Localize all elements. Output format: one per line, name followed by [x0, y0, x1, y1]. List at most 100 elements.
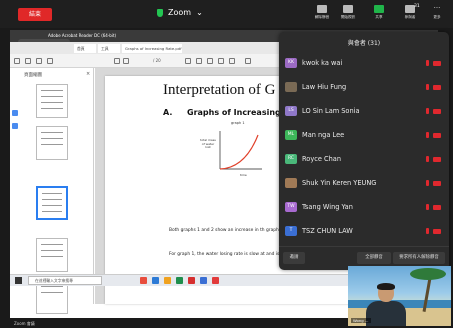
- pointer-icon[interactable]: [185, 58, 191, 64]
- video-off-icon: [433, 229, 441, 234]
- muted-mic-icon: [426, 228, 429, 234]
- participant-name: TSZ CHUN LAW: [302, 227, 353, 235]
- document-subheading: A. Graphs of Increasing R: [163, 108, 290, 117]
- video-off-icon: [433, 157, 441, 162]
- video-off-icon: [433, 205, 441, 210]
- app-icon[interactable]: [200, 277, 207, 284]
- video-camera-icon: [343, 5, 353, 13]
- participant-row[interactable]: RC Royce Chan: [279, 150, 449, 168]
- muted-mic-icon: [426, 60, 429, 66]
- zoom-title[interactable]: Zoom ⌄: [157, 8, 203, 17]
- document-heading: Interpretation of G: [163, 82, 276, 98]
- participant-row[interactable]: TW Tsang Wing Yan: [279, 198, 449, 216]
- home-icon[interactable]: [14, 58, 20, 64]
- participant-name: Man nga Lee: [302, 131, 345, 139]
- zoom-meeting-window: 結束 Zoom ⌄ 解除靜音 開始視訊 共享 31 參與者 ··· 更多 Ado…: [0, 0, 453, 328]
- participant-row[interactable]: ML Man nga Lee: [279, 126, 449, 144]
- participant-name: Law Hiu Fung: [302, 83, 347, 91]
- end-meeting-button[interactable]: 結束: [18, 8, 52, 21]
- close-icon[interactable]: ×: [86, 71, 90, 77]
- taskbar-search-input[interactable]: 在這裡輸入文字來搜尋: [28, 276, 102, 285]
- video-off-icon: [433, 85, 441, 90]
- share-screen-button[interactable]: 共享: [367, 5, 391, 20]
- participants-title: 與會者 (31): [347, 40, 381, 47]
- search-icon[interactable]: [47, 58, 53, 64]
- participant-row[interactable]: LS LO Sin Lam Sonia: [279, 102, 449, 120]
- bottom-label: Zoom 會議: [14, 321, 35, 326]
- tab-home[interactable]: 首頁: [74, 44, 96, 53]
- avatar: TW: [285, 202, 297, 212]
- avatar: T: [285, 226, 297, 236]
- participant-row[interactable]: T TSZ CHUN LAW: [279, 222, 449, 240]
- thumbnail-panel: 頁面縮圖 ×: [10, 68, 94, 314]
- next-page-icon[interactable]: [123, 58, 129, 64]
- video-name-label: Wong ...: [351, 318, 371, 323]
- zoom-toolbar: 結束 Zoom ⌄ 解除靜音 開始視訊 共享 31 參與者 ··· 更多: [0, 0, 453, 28]
- avatar: ML: [285, 130, 297, 140]
- unmute-button[interactable]: 解除靜音: [310, 5, 334, 20]
- zoom-in-icon[interactable]: [218, 58, 224, 64]
- print-icon[interactable]: [36, 58, 42, 64]
- graph-plot: [219, 131, 262, 170]
- avatar: [285, 178, 297, 188]
- more-button[interactable]: ··· 更多: [425, 5, 449, 20]
- invite-button[interactable]: 邀請: [283, 252, 305, 264]
- muted-mic-icon: [426, 84, 429, 90]
- participant-row[interactable]: Shuk Yin Keren YEUNG: [279, 174, 449, 192]
- graph-figure: graph 1 total mass of water lost time: [200, 121, 270, 179]
- page-thumbnail-selected[interactable]: [36, 186, 68, 220]
- attachment-icon[interactable]: [12, 123, 18, 129]
- app-icon[interactable]: [176, 277, 183, 284]
- self-video[interactable]: Wong ...: [348, 266, 451, 326]
- page-thumbnail[interactable]: [36, 238, 68, 272]
- participant-row[interactable]: KK kwok ka wai: [279, 54, 449, 72]
- app-icon[interactable]: [212, 277, 219, 284]
- palm-tree-leaves: [410, 268, 446, 280]
- page-thumbnail[interactable]: [36, 126, 68, 160]
- participant-name: Tsang Wing Yan: [302, 203, 353, 211]
- muted-mic-icon: [426, 156, 429, 162]
- thumbnail-header: 頁面縮圖: [24, 73, 42, 78]
- annotate-icon[interactable]: [245, 58, 251, 64]
- avatar: RC: [285, 154, 297, 164]
- muted-mic-icon: [426, 108, 429, 114]
- prev-page-icon[interactable]: [114, 58, 120, 64]
- tab-tools[interactable]: 工具: [98, 44, 120, 53]
- app-icon[interactable]: [188, 277, 195, 284]
- app-icon[interactable]: [140, 277, 147, 284]
- video-person: [366, 283, 406, 326]
- app-icon[interactable]: [152, 277, 159, 284]
- participant-name: Royce Chan: [302, 155, 342, 163]
- more-icon: ···: [433, 4, 441, 12]
- video-off-icon: [433, 181, 441, 186]
- app-icon[interactable]: [164, 277, 171, 284]
- graph-xlabel: time: [240, 173, 247, 177]
- page-indicator: / 20: [153, 58, 161, 63]
- muted-mic-icon: [426, 132, 429, 138]
- participants-button[interactable]: 31 參與者: [398, 4, 422, 20]
- security-shield-icon: [157, 8, 163, 17]
- start-video-button[interactable]: 開始視訊: [336, 5, 360, 20]
- hand-icon[interactable]: [196, 58, 202, 64]
- windows-start-icon[interactable]: [15, 277, 22, 284]
- video-off-icon: [433, 133, 441, 138]
- tab-document[interactable]: Graphs of Increasing Rate.pdf: [122, 44, 182, 53]
- video-off-icon: [433, 61, 441, 66]
- mute-all-button[interactable]: 全部靜音: [357, 252, 391, 264]
- muted-mic-icon: [426, 204, 429, 210]
- microphone-icon: [317, 5, 327, 13]
- page-thumbnail[interactable]: [36, 84, 68, 118]
- participants-count: 31: [414, 4, 420, 9]
- participants-panel: 與會者 (31) KK kwok ka wai Law Hiu Fung LS …: [279, 32, 449, 270]
- participant-row[interactable]: Law Hiu Fung: [279, 78, 449, 96]
- ask-unmute-button[interactable]: 要求所有人解除靜音: [393, 252, 445, 264]
- video-off-icon: [433, 109, 441, 114]
- participant-name: kwok ka wai: [302, 59, 343, 67]
- zoom-out-icon[interactable]: [207, 58, 213, 64]
- bookmark-icon[interactable]: [12, 110, 18, 116]
- fit-page-icon[interactable]: [229, 58, 235, 64]
- star-icon[interactable]: [25, 58, 31, 64]
- participant-name: LO Sin Lam Sonia: [302, 107, 360, 115]
- side-tools: [12, 110, 20, 136]
- muted-mic-icon: [426, 180, 429, 186]
